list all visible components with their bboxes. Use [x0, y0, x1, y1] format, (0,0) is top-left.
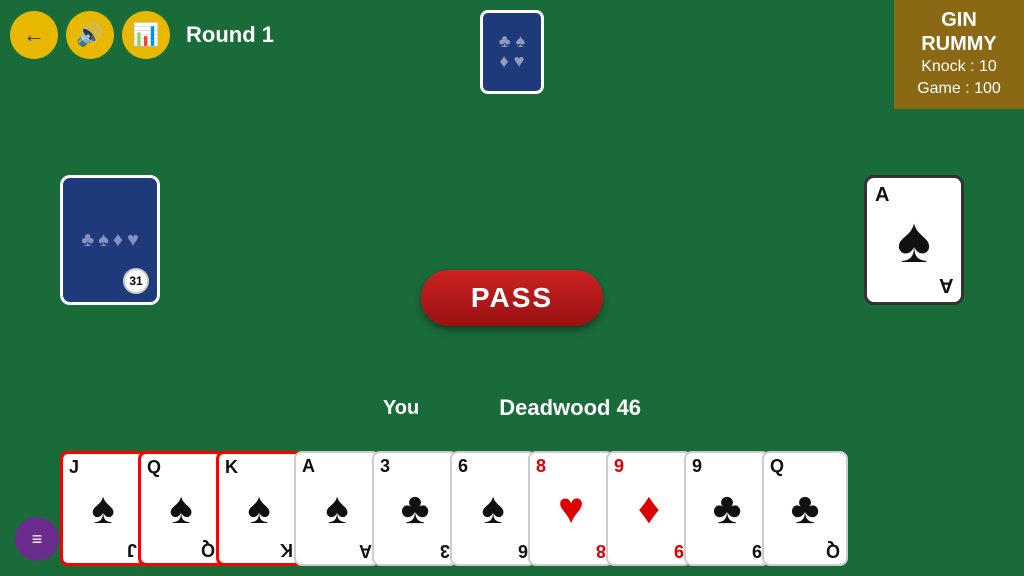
hand-card-rank-top-5: 6 — [458, 457, 468, 475]
hand-card-suit-0: ♠ — [91, 487, 114, 531]
menu-icon[interactable]: ≡ — [15, 517, 59, 561]
hand-card-rank-bottom-9: Q — [826, 542, 840, 560]
hand-card-rank-bottom-5: 6 — [518, 542, 528, 560]
discard-card[interactable]: A ♠ A — [864, 175, 964, 305]
game-value: Game : 100 — [908, 78, 1010, 100]
hand-card-6[interactable]: 8 ♥ 8 — [528, 451, 614, 566]
discard-suit-center: ♠ — [897, 203, 931, 277]
hand-card-suit-1: ♠ — [169, 487, 192, 531]
deck-card[interactable]: ♣ ♠ ♦ ♥ 31 — [60, 175, 160, 305]
deck-count: 31 — [123, 268, 149, 294]
hand-card-rank-bottom-7: 9 — [674, 542, 684, 560]
hand-card-suit-8: ♣ — [713, 487, 742, 531]
hand-card-2[interactable]: K ♠ K — [216, 451, 302, 566]
hand-card-rank-bottom-8: 9 — [752, 542, 762, 560]
pass-button[interactable]: PASS — [421, 270, 603, 326]
hand-card-rank-top-9: Q — [770, 457, 784, 475]
stats-button[interactable]: 📊 — [122, 11, 170, 59]
hand-card-9[interactable]: Q ♣ Q — [762, 451, 848, 566]
discard-area[interactable]: A ♠ A — [864, 175, 964, 305]
you-label: You — [383, 397, 419, 420]
hand-card-rank-bottom-0: J — [127, 541, 137, 559]
discard-rank: A — [875, 184, 889, 207]
hand-card-rank-bottom-3: A — [359, 542, 372, 560]
discard-rank-bottom: A — [939, 273, 953, 296]
hand-card-rank-top-8: 9 — [692, 457, 702, 475]
hand-card-suit-7: ♦ — [638, 487, 660, 531]
hand-card-5[interactable]: 6 ♠ 6 — [450, 451, 536, 566]
round-label: Round 1 — [186, 22, 274, 48]
hand-card-0[interactable]: J ♠ J — [60, 451, 146, 566]
player-labels: You Deadwood 46 — [0, 395, 1024, 421]
hand-card-rank-bottom-1: Q — [201, 541, 215, 559]
hand-card-rank-bottom-2: K — [280, 541, 293, 559]
hand-card-rank-top-7: 9 — [614, 457, 624, 475]
deadwood-label: Deadwood 46 — [499, 395, 641, 421]
hand-card-suit-3: ♠ — [325, 487, 348, 531]
sound-button[interactable]: 🔊 — [66, 11, 114, 59]
deck-area[interactable]: ♣ ♠ ♦ ♥ 31 — [60, 175, 160, 305]
hand-card-suit-9: ♣ — [791, 487, 820, 531]
hand-card-7[interactable]: 9 ♦ 9 — [606, 451, 692, 566]
hand-card-suit-6: ♥ — [558, 487, 584, 531]
hand-card-rank-top-6: 8 — [536, 457, 546, 475]
hand-card-3[interactable]: A ♠ A — [294, 451, 380, 566]
hand-card-rank-bottom-4: 3 — [440, 542, 450, 560]
hand-card-rank-top-4: 3 — [380, 457, 390, 475]
hand-card-rank-top-3: A — [302, 457, 315, 475]
hand-card-rank-bottom-6: 8 — [596, 542, 606, 560]
hand-card-suit-5: ♠ — [481, 487, 504, 531]
hand-card-rank-top-2: K — [225, 458, 238, 476]
hand-card-8[interactable]: 9 ♣ 9 — [684, 451, 770, 566]
hand-card-suit-2: ♠ — [247, 487, 270, 531]
player-hand: J ♠ J Q ♠ Q K ♠ K A ♠ A 3 ♣ 3 6 ♠ 6 8 ♥ 8 9 ♦ 9 9 ♣ 9 Q ♣ Q — [60, 451, 840, 566]
hand-card-rank-top-0: J — [69, 458, 79, 476]
back-button[interactable]: ← — [10, 11, 58, 59]
hand-card-suit-4: ♣ — [401, 487, 430, 531]
header: ← 🔊 📊 Round 1 — [0, 0, 1024, 70]
hand-card-4[interactable]: 3 ♣ 3 — [372, 451, 458, 566]
hand-card-1[interactable]: Q ♠ Q — [138, 451, 224, 566]
hand-card-rank-top-1: Q — [147, 458, 161, 476]
